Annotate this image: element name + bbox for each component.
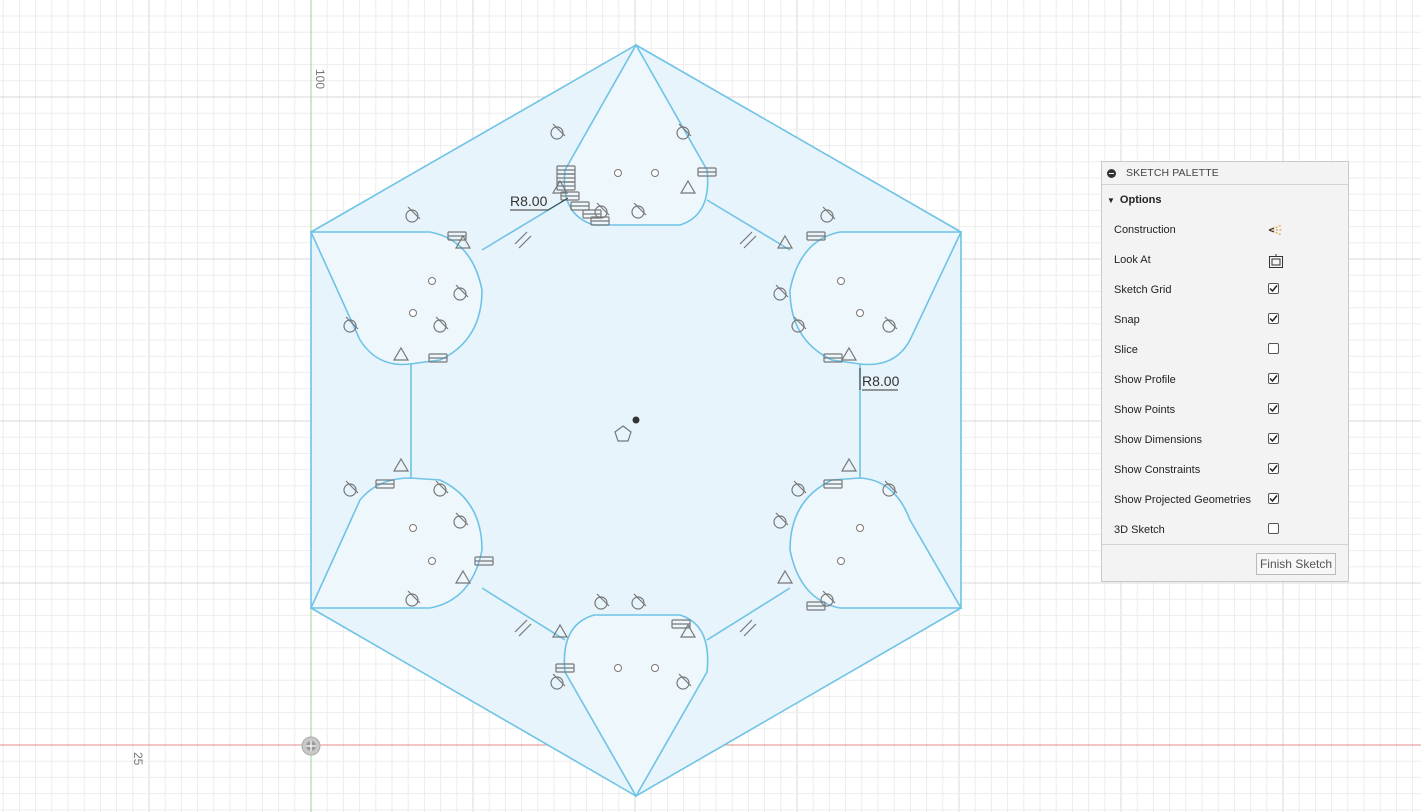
options-section-header[interactable]: ▼ Options <box>1102 185 1348 215</box>
option-show-dimensions[interactable]: Show Dimensions <box>1102 425 1348 455</box>
sketch-point <box>856 524 864 532</box>
origin-marker[interactable] <box>301 736 321 756</box>
checkbox-checked[interactable] <box>1268 433 1282 447</box>
sketch-point <box>651 169 659 177</box>
checkbox-checked[interactable] <box>1268 373 1282 387</box>
option-show-constraints[interactable]: Show Constraints <box>1102 455 1348 485</box>
palette-title: SKETCH PALETTE <box>1126 167 1219 179</box>
dimension-text: R8.00 <box>862 373 900 389</box>
option-construction[interactable]: Construction <box>1102 215 1348 245</box>
triangle-down-icon: ▼ <box>1107 195 1115 205</box>
option-snap[interactable]: Snap <box>1102 305 1348 335</box>
option-label: Sketch Grid <box>1114 284 1172 296</box>
option-show-projected-geometries[interactable]: Show Projected Geometries <box>1102 485 1348 515</box>
section-title: Options <box>1119 194 1162 206</box>
option-show-profile[interactable]: Show Profile <box>1102 365 1348 395</box>
construction-icon[interactable] <box>1268 223 1283 237</box>
option-3d-sketch[interactable]: 3D Sketch <box>1102 515 1348 545</box>
sketch-palette: SKETCH PALETTE ▼ Options Construction Loo… <box>1101 161 1349 582</box>
option-show-points[interactable]: Show Points <box>1102 395 1348 425</box>
sketch-point <box>614 169 622 177</box>
finish-sketch-button[interactable]: Finish Sketch <box>1255 553 1336 575</box>
checkbox-checked[interactable] <box>1268 283 1282 297</box>
sketch-point <box>651 664 659 672</box>
checkbox-checked[interactable] <box>1268 493 1282 507</box>
checkbox-checked[interactable] <box>1268 313 1282 327</box>
sketch-point <box>428 277 436 285</box>
option-label: Snap <box>1114 314 1140 326</box>
option-sketch-grid[interactable]: Sketch Grid <box>1102 275 1348 305</box>
option-label: 3D Sketch <box>1114 524 1165 536</box>
ruler-label-h-25: 25 <box>131 752 145 766</box>
option-slice[interactable]: Slice <box>1102 335 1348 365</box>
sketch-origin-point[interactable] <box>632 416 640 424</box>
ruler-label-100: 100 <box>313 69 327 89</box>
sketch-point <box>428 557 436 565</box>
dimension-text: R8.00 <box>510 193 548 209</box>
ruler-labels: 100 75 50 25 25 <box>131 69 327 766</box>
palette-header: SKETCH PALETTE <box>1102 162 1348 185</box>
sketch-point <box>856 309 864 317</box>
collapse-icon[interactable] <box>1107 168 1116 178</box>
option-label: Slice <box>1114 344 1138 356</box>
sketch-point <box>837 557 845 565</box>
sketch-point <box>409 309 417 317</box>
checkbox-checked[interactable] <box>1268 403 1282 417</box>
option-label: Show Constraints <box>1114 464 1201 476</box>
checkbox-unchecked[interactable] <box>1268 523 1282 537</box>
look-at-icon[interactable] <box>1268 253 1283 268</box>
option-label: Look At <box>1114 254 1151 266</box>
option-label: Show Profile <box>1114 374 1176 386</box>
palette-footer: Finish Sketch <box>1102 544 1348 581</box>
option-label: Show Dimensions <box>1114 434 1203 446</box>
checkbox-unchecked[interactable] <box>1268 343 1282 357</box>
checkbox-checked[interactable] <box>1268 463 1282 477</box>
sketch-point <box>837 277 845 285</box>
option-look-at[interactable]: Look At <box>1102 245 1348 275</box>
option-label: Show Points <box>1114 404 1176 416</box>
option-label: Show Projected Geometries <box>1114 494 1251 506</box>
sketch-point <box>614 664 622 672</box>
option-label: Construction <box>1114 224 1176 236</box>
sketch-point <box>409 524 417 532</box>
